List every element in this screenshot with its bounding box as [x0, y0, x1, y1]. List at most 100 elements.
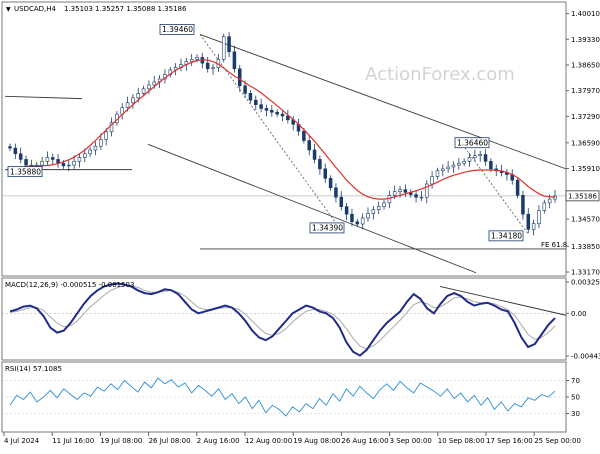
current-price-label: 1.35186: [568, 192, 597, 200]
price-annotation-label: 1.34180: [491, 232, 522, 241]
candle-body: [515, 179, 520, 196]
candle: [8, 143, 12, 152]
candle: [13, 143, 18, 160]
candle-body: [521, 195, 525, 215]
time-tick-label: 26 Jul 08:00: [149, 437, 191, 445]
candle: [312, 143, 317, 164]
candle: [521, 190, 525, 220]
macd-tick-label: 0.00: [571, 310, 587, 318]
candle-body: [403, 189, 408, 193]
candle-body: [334, 187, 338, 198]
candle-body: [473, 155, 477, 158]
candle-body: [40, 161, 44, 166]
candle: [462, 158, 466, 167]
candle-body: [264, 108, 269, 111]
candle-body: [371, 209, 376, 214]
candle-body: [457, 162, 461, 166]
candle-body: [243, 85, 247, 94]
candle-body: [131, 97, 135, 104]
candle-body: [221, 36, 226, 60]
candle-body: [419, 196, 424, 199]
candle-body: [77, 157, 82, 162]
candle: [537, 205, 541, 229]
candle: [435, 167, 440, 180]
time-tick-label: 17 Sep 16:00: [486, 437, 533, 445]
candle-body: [67, 164, 71, 167]
candle-body: [478, 154, 482, 156]
candle: [376, 201, 381, 215]
price-annotation-label: 1.34390: [312, 224, 343, 233]
rsi-tick-label: 70: [571, 377, 580, 385]
price-tick-label: 1.40010: [571, 10, 600, 18]
candle-body: [414, 194, 418, 198]
candle-body: [483, 154, 488, 162]
candle-body: [355, 221, 360, 225]
candle-body: [270, 110, 274, 113]
price-annotation-label: 1.35880: [10, 167, 41, 176]
candle-body: [248, 93, 253, 101]
candle: [189, 54, 194, 67]
time-tick-label: 11 Jul 16:00: [52, 437, 94, 445]
candle: [254, 95, 258, 110]
candle-body: [195, 57, 199, 60]
candle-body: [350, 213, 354, 223]
rsi-title: RSI(14) 57.1085: [5, 365, 62, 373]
candle-body: [547, 198, 552, 204]
candle: [264, 104, 269, 117]
candle-body: [382, 202, 386, 207]
candle: [328, 175, 333, 191]
price-annotation-label: 1.36460: [457, 139, 488, 148]
candle: [168, 66, 173, 78]
candle-body: [446, 166, 450, 170]
candle-body: [430, 176, 434, 185]
time-tick-label: 19 Jul 08:00: [100, 437, 142, 445]
candle: [451, 161, 456, 174]
ohlc-readout: 1.35103 1.35257 1.35088 1.35186: [64, 5, 187, 13]
candle: [366, 207, 370, 222]
candle: [510, 169, 515, 185]
candle: [414, 190, 418, 203]
candle-body: [489, 161, 493, 170]
price-tick-label: 1.39330: [571, 36, 600, 44]
candle: [200, 52, 205, 69]
candle-body: [318, 159, 322, 170]
candle: [131, 94, 135, 109]
candle: [307, 136, 311, 156]
candle: [163, 69, 167, 84]
candle: [120, 103, 124, 120]
candle-body: [83, 153, 87, 158]
candle-body: [280, 113, 285, 117]
candle: [179, 58, 183, 72]
candle-body: [537, 210, 541, 224]
macd-tick-label: 0.003259: [571, 279, 600, 287]
candle-body: [13, 147, 18, 155]
candle-body: [526, 213, 531, 230]
candle-body: [72, 161, 76, 166]
candle: [403, 184, 408, 197]
candle: [457, 157, 461, 170]
candle: [473, 149, 477, 162]
candle: [232, 45, 237, 73]
candle-body: [376, 206, 381, 210]
candle: [109, 117, 114, 137]
candle: [387, 190, 392, 209]
candle-body: [189, 59, 194, 62]
chart-container: ActionForex.com 1.39460 1.35880 1.34390 1.3…: [0, 0, 600, 450]
price-tick-label: 1.34570: [571, 216, 600, 224]
candle-body: [531, 223, 536, 230]
candle: [339, 191, 344, 211]
price-tick-label: 1.33170: [571, 269, 600, 277]
candle-body: [312, 149, 317, 160]
candle: [430, 171, 434, 189]
price-tick-label: 1.37290: [571, 113, 600, 121]
candle-body: [50, 157, 55, 160]
candle-body: [344, 206, 349, 215]
candle-body: [387, 195, 392, 204]
candle: [478, 150, 482, 162]
resistance-line: [4, 95, 83, 100]
candle-body: [339, 196, 344, 207]
candle: [371, 205, 376, 220]
price-annotation-label: 1.39460: [162, 25, 193, 34]
candle-body: [398, 189, 402, 192]
candle-body: [205, 62, 210, 70]
